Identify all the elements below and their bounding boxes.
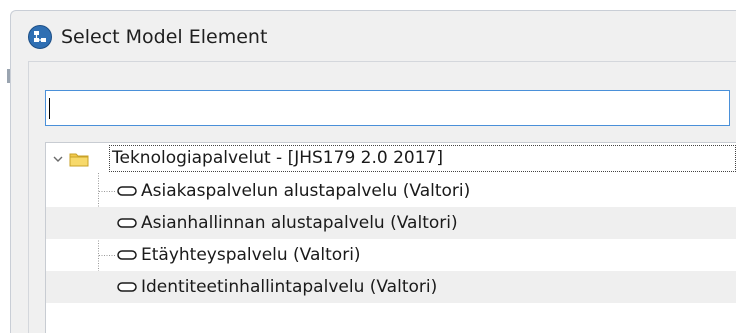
technology-service-icon (117, 250, 137, 260)
model-element-tree[interactable]: Teknologiapalvelut - [JHS179 2.0 2017] A… (45, 142, 736, 333)
folder-icon (69, 153, 89, 167)
select-model-element-dialog: Select Model Element Teknologiapalvelut … (7, 10, 736, 333)
tree-item[interactable]: Identiteetinhallintapalvelu (Valtori) (46, 271, 736, 303)
text-caret (49, 98, 50, 119)
chevron-down-icon[interactable] (52, 153, 64, 165)
tree-item-label: Asiakaspalvelun alustapalvelu (Valtori) (141, 181, 471, 201)
tree-item-partial (46, 303, 736, 323)
technology-service-icon (117, 186, 137, 196)
tree-item-label: Identiteetinhallintapalvelu (Valtori) (141, 277, 438, 297)
technology-service-icon (117, 218, 137, 228)
tree-item-label: Etäyhteyspalvelu (Valtori) (141, 245, 361, 265)
tree-item[interactable]: Asiakaspalvelun alustapalvelu (Valtori) (46, 175, 736, 207)
title-bar: Select Model Element (11, 11, 736, 63)
window-edge-marker (7, 69, 10, 83)
search-input[interactable] (45, 90, 730, 126)
dialog-title: Select Model Element (61, 26, 268, 48)
tree-item[interactable]: Asianhallinnan alustapalvelu (Valtori) (46, 207, 736, 239)
tree-root-label: Teknologiapalvelut - [JHS179 2.0 2017] (112, 148, 443, 168)
tree-item[interactable]: Etäyhteyspalvelu (Valtori) (46, 239, 736, 271)
dialog-content: Teknologiapalvelut - [JHS179 2.0 2017] A… (28, 61, 736, 333)
tree-item-label: Asianhallinnan alustapalvelu (Valtori) (141, 213, 458, 233)
tree-root-item[interactable]: Teknologiapalvelut - [JHS179 2.0 2017] (46, 143, 736, 175)
model-element-dialog-icon (27, 24, 53, 50)
technology-service-icon (117, 282, 137, 292)
